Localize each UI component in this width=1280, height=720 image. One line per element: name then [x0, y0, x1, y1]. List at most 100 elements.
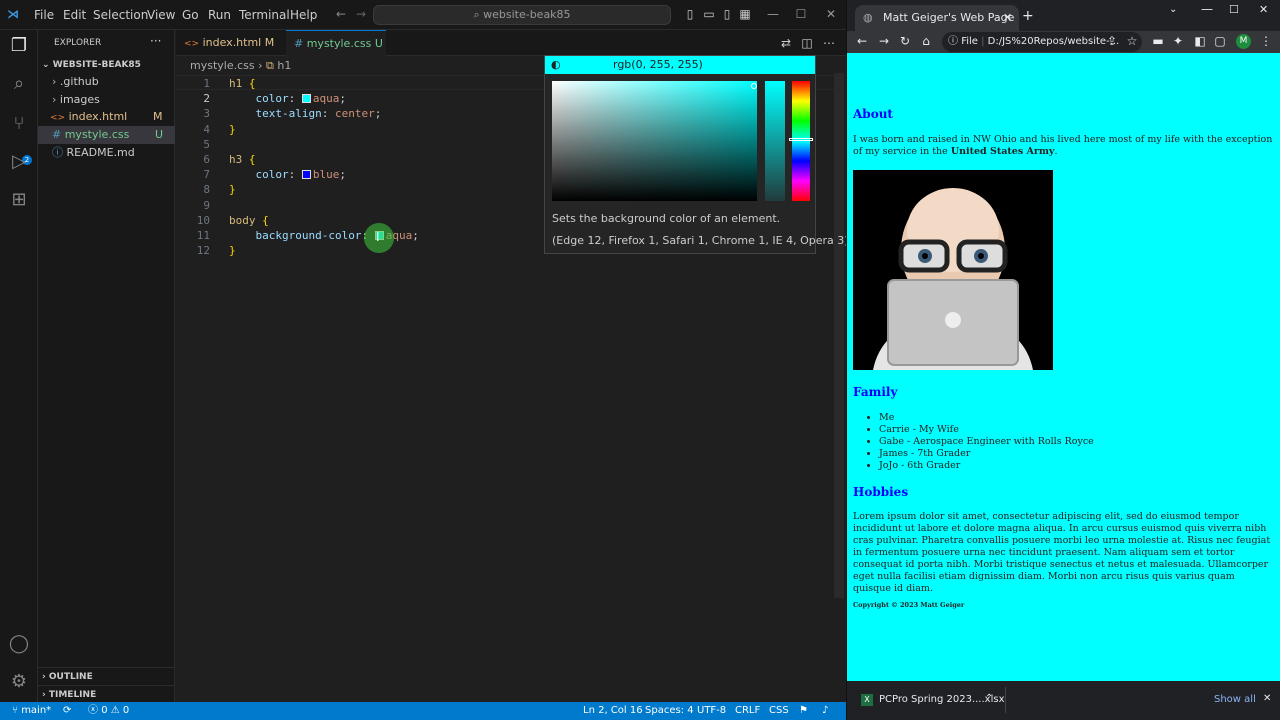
menu-view[interactable]: View: [147, 8, 175, 22]
tree-item-mystyle-css[interactable]: # mystyle.css U: [38, 126, 175, 144]
tab-index-html[interactable]: <> index.html M: [176, 30, 282, 56]
line-number: 5: [203, 137, 210, 151]
workspace-folder[interactable]: ⌄ WEBSITE-BEAK85: [38, 56, 175, 74]
hue-strip[interactable]: [792, 81, 810, 201]
menu-terminal[interactable]: Terminal: [239, 8, 290, 22]
hue-handle[interactable]: [789, 138, 813, 141]
notifications-bell-icon[interactable]: ♪: [822, 702, 828, 720]
close-icon[interactable]: ✕: [1263, 693, 1271, 704]
menu-edit[interactable]: Edit: [63, 8, 86, 22]
brace: {: [248, 77, 256, 90]
show-all-link[interactable]: Show all: [1214, 694, 1256, 705]
end-of-line[interactable]: CRLF: [735, 702, 760, 720]
home-icon[interactable]: ⌂: [919, 34, 933, 48]
tab-mystyle-css[interactable]: # mystyle.css U: [286, 30, 386, 56]
color-picker-header[interactable]: ◐ rgb(0, 255, 255): [545, 56, 815, 74]
run-debug-icon[interactable]: ▷: [7, 150, 31, 174]
maximize-icon[interactable]: ☐: [1229, 3, 1239, 16]
forward-arrow-icon[interactable]: →: [354, 7, 368, 21]
reload-icon[interactable]: ↻: [898, 34, 912, 48]
minimize-icon[interactable]: —: [766, 7, 780, 21]
extensions-puzzle-icon[interactable]: ✦: [1171, 34, 1185, 48]
color-value-label[interactable]: rgb(0, 255, 255): [613, 56, 703, 74]
problems-indicator[interactable]: ⓧ 0 ⚠ 0: [88, 702, 129, 720]
menu-run[interactable]: Run: [208, 8, 231, 22]
opacity-strip[interactable]: [765, 81, 785, 201]
source-control-icon[interactable]: ⑂: [7, 112, 31, 136]
more-actions-icon[interactable]: ···: [150, 34, 161, 48]
tree-item-github[interactable]: › .github: [38, 73, 175, 91]
breadcrumb-file[interactable]: mystyle.css: [190, 59, 255, 72]
color-swatch-icon[interactable]: [301, 94, 311, 104]
split-editor-icon[interactable]: ◫: [800, 36, 814, 50]
more-actions-icon[interactable]: ⋯: [822, 36, 836, 50]
chrome-tab-bar: ◍ Matt Geiger's Web Page ✕ + ⌄ — ☐ ✕: [847, 0, 1280, 31]
back-arrow-icon[interactable]: ←: [855, 34, 869, 48]
contrast-icon[interactable]: ◐: [551, 56, 561, 74]
feedback-icon[interactable]: ⚑: [799, 702, 808, 720]
chevron-up-icon[interactable]: ⌃: [985, 693, 993, 704]
customize-layout-icon[interactable]: ▦: [738, 7, 752, 21]
saturation-handle[interactable]: [751, 83, 757, 89]
toggle-secondary-sidebar-icon[interactable]: ▯: [720, 7, 734, 21]
line-number: 8: [203, 183, 210, 197]
menu-file[interactable]: File: [34, 8, 54, 22]
share-icon[interactable]: ⇪: [1105, 34, 1119, 48]
command-center-label: website-beak85: [483, 8, 571, 21]
accounts-icon[interactable]: ◯: [7, 632, 31, 656]
explorer-icon[interactable]: ❐: [7, 34, 31, 58]
css-file-icon: #: [52, 128, 62, 141]
text-cursor-icon: I: [376, 230, 380, 244]
encoding[interactable]: UTF-8: [697, 702, 726, 720]
close-tab-icon[interactable]: ✕: [1003, 5, 1012, 31]
toggle-sidebar-icon[interactable]: ▯: [683, 7, 697, 21]
sync-icon[interactable]: ⟳: [63, 702, 71, 720]
tree-item-label: .github: [59, 75, 99, 88]
tab-search-icon[interactable]: ⌄: [1169, 4, 1177, 15]
kebab-menu-icon[interactable]: ⋮: [1259, 34, 1273, 48]
forward-arrow-icon[interactable]: →: [877, 34, 891, 48]
bookmark-star-icon[interactable]: ☆: [1125, 34, 1139, 48]
close-icon[interactable]: ✕: [1259, 3, 1268, 16]
extensions-icon[interactable]: ⊞: [7, 188, 31, 212]
maximize-icon[interactable]: ☐: [794, 7, 808, 21]
menu-help[interactable]: Help: [290, 8, 317, 22]
color-swatch-icon[interactable]: [301, 170, 311, 180]
color-picker-hover[interactable]: ◐ rgb(0, 255, 255) Sets the background c…: [544, 55, 849, 254]
extension-icon[interactable]: ▬: [1151, 34, 1165, 48]
tree-item-readme[interactable]: ⓘ README.md: [38, 144, 175, 162]
vertical-scrollbar[interactable]: [834, 73, 844, 598]
code-text: color: aqua;: [229, 91, 347, 106]
back-arrow-icon[interactable]: ←: [334, 7, 348, 21]
tree-item-images[interactable]: › images: [38, 91, 175, 109]
hobbies-paragraph: Lorem ipsum dolor sit amet, consectetur …: [853, 511, 1271, 594]
toggle-panel-icon[interactable]: ▭: [702, 7, 716, 21]
indentation[interactable]: Spaces: 4: [645, 702, 694, 720]
minimize-icon[interactable]: —: [1201, 2, 1213, 16]
open-changes-icon[interactable]: ⇄: [779, 36, 793, 50]
tree-item-index-html[interactable]: <> index.html M: [38, 108, 175, 126]
tree-item-label: mystyle.css: [64, 128, 130, 141]
menu-selection[interactable]: Selection: [93, 8, 148, 22]
breadcrumb-symbol[interactable]: h1: [277, 59, 291, 72]
outline-section[interactable]: › OUTLINE: [38, 667, 175, 685]
side-panel-icon[interactable]: ◧: [1193, 34, 1207, 48]
menu-go[interactable]: Go: [182, 8, 199, 22]
sidebar-toggle-icon[interactable]: ▢: [1213, 34, 1227, 48]
line-number: 3: [203, 107, 210, 121]
tab-title: Matt Geiger's Web Page: [883, 11, 1015, 24]
settings-gear-icon[interactable]: ⚙: [7, 670, 31, 694]
search-icon[interactable]: ⌕: [7, 72, 31, 96]
new-tab-icon[interactable]: +: [1022, 8, 1034, 24]
divider: [1005, 687, 1006, 713]
cursor-position[interactable]: Ln 2, Col 16: [583, 702, 643, 720]
saturation-box[interactable]: [552, 81, 757, 201]
language-mode[interactable]: CSS: [769, 702, 789, 720]
command-center[interactable]: ⌕ website-beak85: [373, 5, 671, 25]
timeline-section[interactable]: › TIMELINE: [38, 685, 175, 703]
branch-indicator[interactable]: ⑂ main*: [12, 702, 51, 720]
close-icon[interactable]: ✕: [824, 7, 838, 21]
browser-tab[interactable]: ◍ Matt Geiger's Web Page ✕: [855, 5, 1019, 31]
profile-avatar[interactable]: M: [1236, 34, 1251, 49]
symbol-icon: ⧉: [266, 59, 274, 72]
